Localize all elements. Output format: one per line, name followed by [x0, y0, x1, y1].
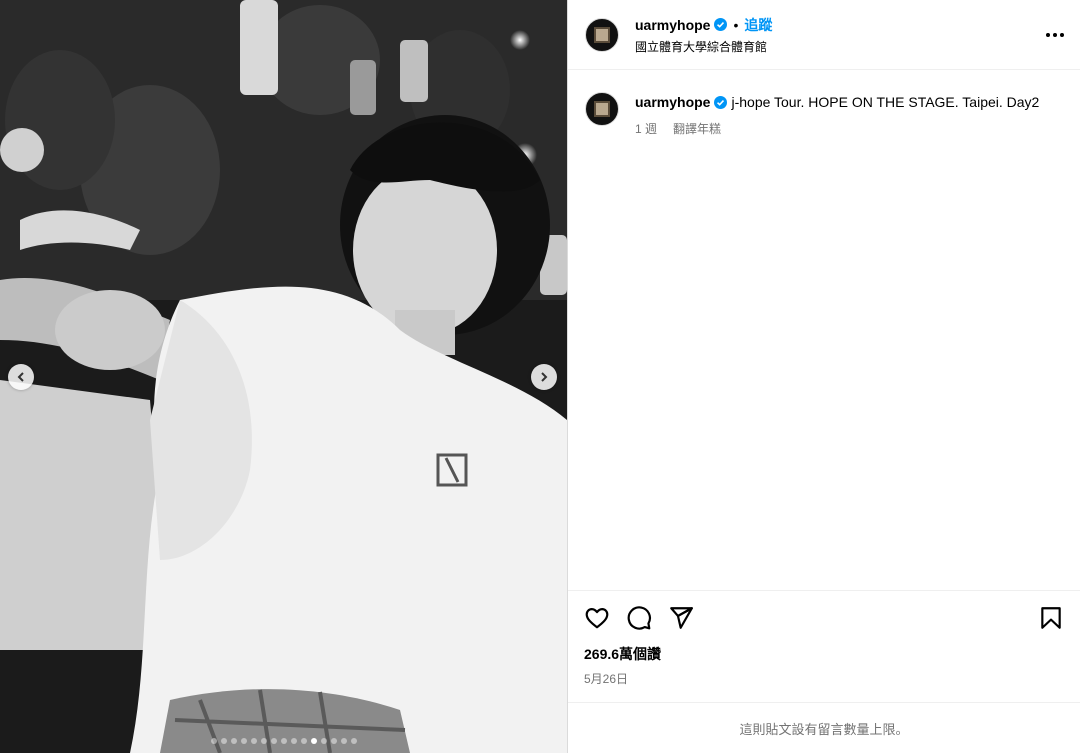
post-header: uarmyhope • 追蹤 國立體育大學綜合體育館 [568, 0, 1080, 70]
chevron-left-icon [17, 372, 24, 382]
comment-limit-notice: 這則貼文設有留言數量上限。 [568, 702, 1080, 753]
send-icon[interactable] [668, 605, 694, 631]
avatar[interactable] [585, 17, 619, 52]
post-age[interactable]: 1 週 [635, 120, 657, 137]
action-bar [584, 605, 1064, 631]
carousel-next-button[interactable] [531, 364, 557, 390]
carousel-dot [240, 738, 247, 744]
avatar-image [594, 26, 610, 43]
carousel-dot [250, 738, 257, 744]
caption-username-link[interactable]: uarmyhope [635, 94, 710, 110]
chevron-right-icon [541, 372, 548, 382]
post-actions-area: 269.6萬個讚 5月26日 [568, 590, 1080, 702]
carousel-dot [340, 738, 347, 744]
post-date[interactable]: 5月26日 [584, 670, 1064, 687]
post-view: uarmyhope • 追蹤 國立體育大學綜合體育館 uarmyhope j-h… [0, 0, 1080, 753]
caption-text: j-hope Tour. HOPE ON THE STAGE. Taipei. … [731, 94, 1040, 110]
header-separator: • [733, 16, 739, 33]
carousel-dot [270, 738, 277, 744]
carousel-dot [290, 738, 297, 744]
avatar-image [594, 101, 610, 117]
carousel-dot [210, 738, 217, 744]
verified-badge-icon [714, 18, 728, 31]
follow-button[interactable]: 追蹤 [744, 15, 772, 35]
caption-line: uarmyhope j-hope Tour. HOPE ON THE STAGE… [635, 94, 1039, 110]
verified-badge-icon [714, 95, 728, 109]
heart-icon[interactable] [584, 605, 610, 631]
header-title-row: uarmyhope • 追蹤 [635, 15, 1046, 35]
carousel-dot [320, 738, 327, 744]
caption-meta: 1 週 翻譯年糕 [635, 120, 1039, 137]
caption-body: uarmyhope j-hope Tour. HOPE ON THE STAGE… [635, 92, 1039, 137]
bookmark-icon[interactable] [1038, 605, 1064, 631]
like-count[interactable]: 269.6萬個讚 [584, 644, 1064, 664]
comments-section: uarmyhope j-hope Tour. HOPE ON THE STAGE… [568, 70, 1080, 590]
header-text: uarmyhope • 追蹤 國立體育大學綜合體育館 [635, 15, 1046, 55]
username-link[interactable]: uarmyhope [635, 17, 710, 33]
post-photo [0, 0, 567, 753]
carousel-dot [310, 738, 317, 744]
carousel-dot [330, 738, 337, 744]
carousel-dot [230, 738, 237, 744]
carousel-indicator [0, 738, 567, 744]
post-side-panel: uarmyhope • 追蹤 國立體育大學綜合體育館 uarmyhope j-h… [567, 0, 1080, 753]
carousel-dot [280, 738, 287, 744]
caption-avatar[interactable] [585, 92, 619, 126]
carousel-dot [220, 738, 227, 744]
post-media[interactable] [0, 0, 567, 753]
carousel-dot [260, 738, 267, 744]
more-options-icon[interactable] [1046, 27, 1064, 43]
carousel-prev-button[interactable] [8, 364, 34, 390]
carousel-dot [350, 738, 357, 744]
carousel-dot [300, 738, 307, 744]
location-link[interactable]: 國立體育大學綜合體育館 [635, 38, 1046, 55]
translate-button[interactable]: 翻譯年糕 [673, 120, 721, 137]
caption: uarmyhope j-hope Tour. HOPE ON THE STAGE… [585, 92, 1064, 137]
comment-icon[interactable] [626, 605, 652, 631]
